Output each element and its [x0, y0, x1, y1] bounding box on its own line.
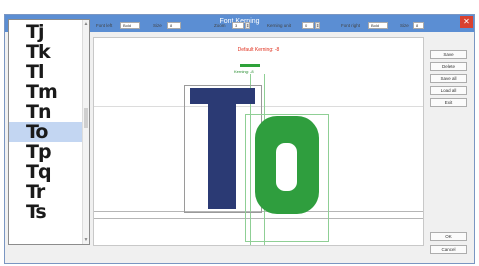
scroll-thumb[interactable]: [84, 108, 88, 128]
glyph-pair-item[interactable]: Ts: [9, 202, 85, 222]
kerning-unit-spinner[interactable]: ⇕: [315, 22, 320, 29]
load-all-button[interactable]: Load all: [430, 86, 467, 95]
glyph-pair-item[interactable]: Tm: [9, 82, 85, 102]
close-button[interactable]: ✕: [460, 16, 473, 28]
glyph-pair-item[interactable]: Tr: [9, 182, 85, 202]
ok-button[interactable]: OK: [430, 232, 467, 241]
list-scrollbar[interactable]: ▲ ▼: [82, 20, 89, 244]
kerning-indicator: [240, 64, 260, 67]
glyph-pair-item[interactable]: Tl: [9, 62, 85, 82]
zoom-spinner[interactable]: ⇕: [245, 22, 250, 29]
font-right-label: Font right: [341, 23, 361, 28]
size-right-select[interactable]: 8: [413, 22, 424, 29]
kerning-canvas[interactable]: Default Kerning: -8 Kerning: -8: [93, 37, 424, 246]
cancel-button[interactable]: Cancel: [430, 245, 467, 254]
letter-t-stem: [208, 88, 236, 209]
kerning-info-text: Default Kerning: -8: [237, 47, 280, 53]
font-right-select[interactable]: Bold: [368, 22, 388, 29]
glyph-pair-item[interactable]: Tj: [9, 22, 85, 42]
zoom-label: Zoom: [214, 23, 226, 28]
zoom-input[interactable]: 3: [232, 22, 244, 29]
glyph-pair-list[interactable]: Tj Tk Tl Tm Tn To Tp Tq Tr Ts ▲ ▼: [8, 19, 90, 245]
scroll-down-icon[interactable]: ▼: [83, 237, 89, 243]
glyph-pair-item[interactable]: Tn: [9, 102, 85, 122]
scroll-up-icon[interactable]: ▲: [83, 21, 89, 27]
glyph-pair-item[interactable]: Tp: [9, 142, 85, 162]
kerning-unit-label: Kerning unit: [267, 23, 292, 28]
kerning-unit-input[interactable]: 0: [302, 22, 314, 29]
letter-o-counter: [276, 143, 297, 191]
size-right-label: Size: [400, 23, 409, 28]
size-left-select[interactable]: 8: [167, 22, 181, 29]
glyph-pair-item-selected[interactable]: To: [9, 122, 85, 142]
save-button[interactable]: Save: [430, 50, 467, 59]
font-left-label: Font left: [96, 23, 113, 28]
delete-button[interactable]: Delete: [430, 62, 467, 71]
font-left-select[interactable]: Bold: [120, 22, 140, 29]
glyph-pair-item[interactable]: Tk: [9, 42, 85, 62]
exit-button[interactable]: Exit: [430, 98, 467, 107]
size-left-label: Size: [153, 23, 162, 28]
save-all-button[interactable]: Save all: [430, 74, 467, 83]
glyph-pair-item[interactable]: Tq: [9, 162, 85, 182]
